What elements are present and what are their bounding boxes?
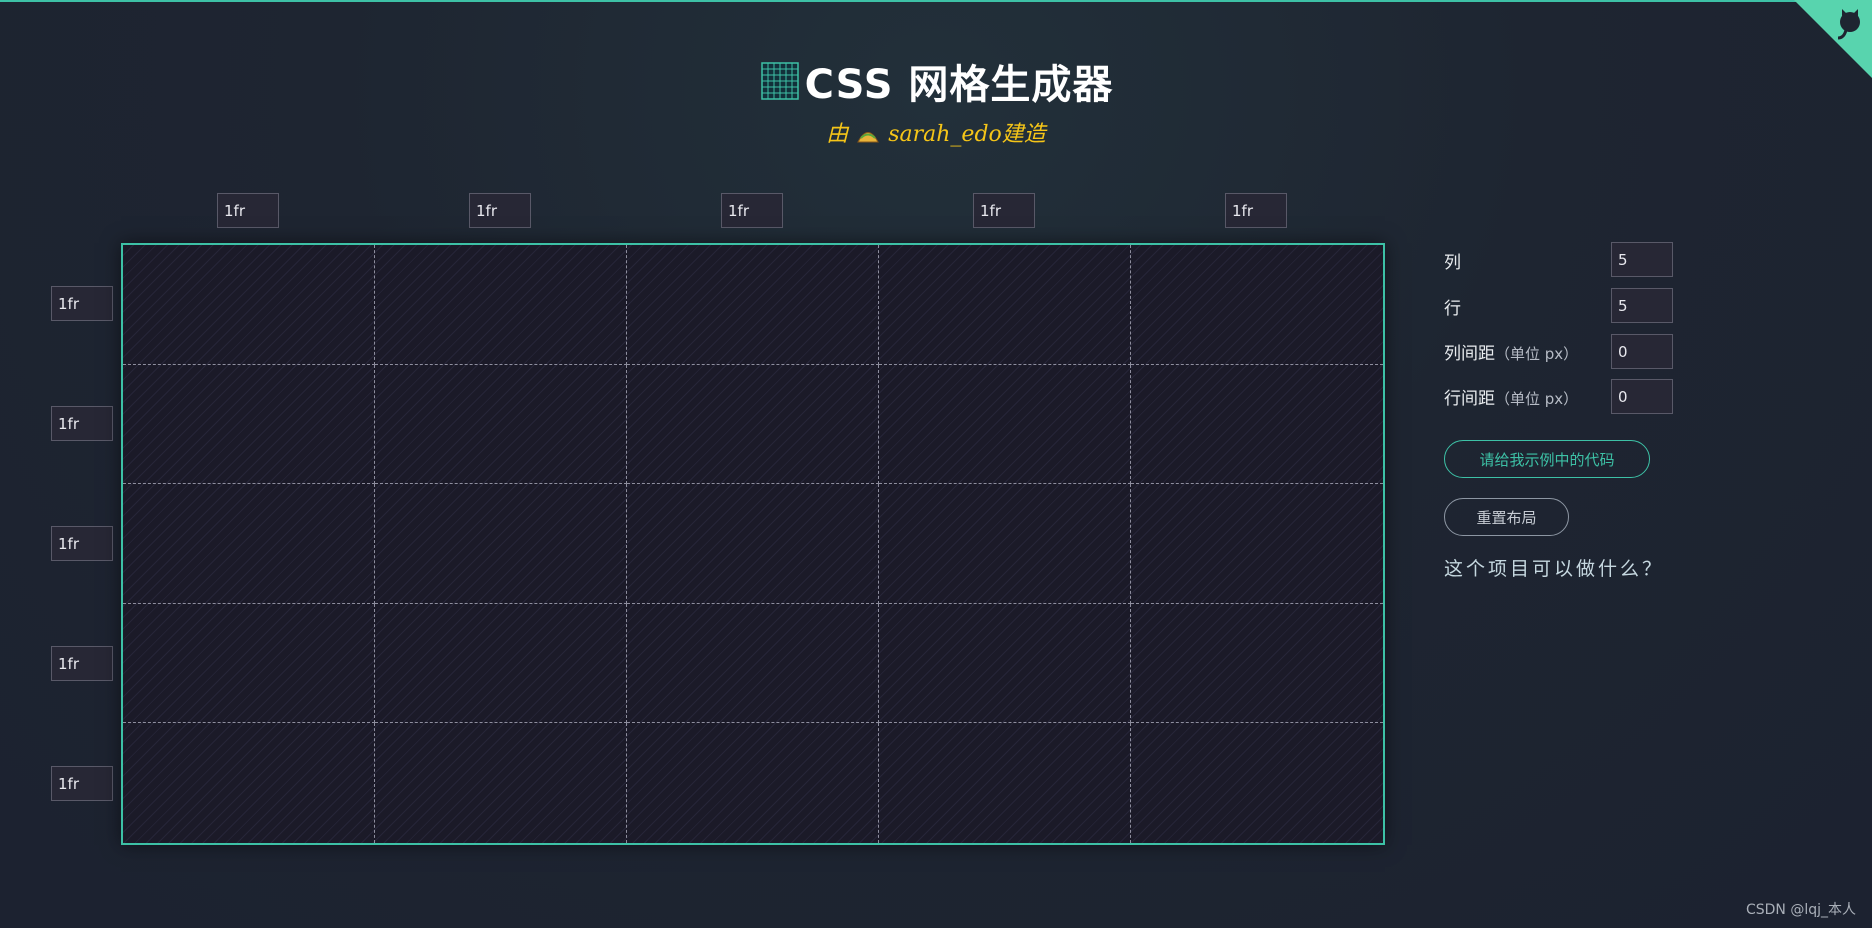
- grid-cell[interactable]: [879, 484, 1131, 604]
- column-size-input-1[interactable]: [217, 193, 279, 228]
- show-code-button[interactable]: 请给我示例中的代码: [1444, 440, 1650, 478]
- top-accent-line: [0, 0, 1872, 2]
- grid-cell[interactable]: [627, 245, 879, 365]
- title-text: CSS 网格生成器: [804, 62, 1114, 108]
- column-size-input-4[interactable]: [973, 193, 1035, 228]
- row-size-input-1[interactable]: [51, 286, 113, 321]
- row-size-input-3[interactable]: [51, 526, 113, 561]
- grid-cell[interactable]: [123, 723, 375, 843]
- subtitle-author-link[interactable]: sarah_edo: [888, 122, 1002, 147]
- grid-cell[interactable]: [1131, 245, 1383, 365]
- grid-cell[interactable]: [1131, 365, 1383, 485]
- page-title: CSS 网格生成器: [759, 52, 1114, 110]
- header: CSS 网格生成器 由 sarah_edo建造: [0, 52, 1872, 148]
- grid-cell[interactable]: [627, 603, 879, 724]
- column-gap-label-text: 列间距: [1444, 344, 1495, 364]
- columns-count-input[interactable]: [1611, 242, 1673, 277]
- grid-cell[interactable]: [123, 364, 375, 485]
- subtitle-prefix: 由: [826, 122, 849, 147]
- row-gap-unit: （单位 px）: [1495, 390, 1579, 408]
- grid-cell[interactable]: [1131, 604, 1383, 724]
- rows-count-input[interactable]: [1611, 288, 1673, 323]
- grid-cell[interactable]: [879, 603, 1131, 724]
- row-size-input-5[interactable]: [51, 766, 113, 801]
- row-size-input-2[interactable]: [51, 406, 113, 441]
- watermark: CSDN @lqj_本人: [1745, 902, 1856, 918]
- grid-cell[interactable]: [375, 603, 627, 724]
- column-gap-input[interactable]: [1611, 334, 1673, 369]
- grid-cell[interactable]: [1131, 723, 1383, 843]
- grid-cell[interactable]: [1131, 484, 1383, 604]
- subtitle-suffix: 建造: [1001, 122, 1046, 147]
- column-size-input-5[interactable]: [1225, 193, 1287, 228]
- grid-cell[interactable]: [123, 245, 375, 365]
- row-gap-label: 行间距（单位 px）: [1444, 384, 1578, 409]
- grid-canvas[interactable]: [121, 243, 1385, 845]
- subtitle: 由 sarah_edo建造: [0, 116, 1872, 148]
- grid-logo-icon: [760, 62, 799, 100]
- grid-cell[interactable]: [627, 364, 879, 485]
- rows-label: 行: [1444, 299, 1461, 319]
- grid-cell[interactable]: [627, 484, 879, 604]
- column-size-input-2[interactable]: [469, 193, 531, 228]
- row-gap-input[interactable]: [1611, 379, 1673, 414]
- grid-cell[interactable]: [123, 603, 375, 724]
- github-octocat-icon: [1837, 9, 1860, 40]
- grid-cell[interactable]: [879, 245, 1131, 365]
- grid-cell[interactable]: [375, 245, 627, 365]
- grid-cell[interactable]: [375, 364, 627, 485]
- columns-label: 列: [1444, 253, 1461, 273]
- help-link[interactable]: 这个项目可以做什么？: [1444, 554, 1664, 581]
- row-size-input-4[interactable]: [51, 646, 113, 681]
- column-gap-unit: （单位 px）: [1495, 345, 1579, 363]
- column-size-input-3[interactable]: [721, 193, 783, 228]
- reset-layout-button[interactable]: 重置布局: [1444, 498, 1569, 536]
- grid-cell[interactable]: [123, 484, 375, 604]
- grid-cell[interactable]: [879, 723, 1131, 843]
- column-gap-label: 列间距（单位 px）: [1444, 339, 1578, 364]
- taco-icon: [857, 132, 880, 143]
- grid-cell[interactable]: [375, 723, 627, 843]
- grid-cell[interactable]: [879, 364, 1131, 485]
- row-gap-label-text: 行间距: [1444, 389, 1495, 409]
- grid-cell[interactable]: [375, 484, 627, 604]
- grid-cell[interactable]: [627, 723, 879, 843]
